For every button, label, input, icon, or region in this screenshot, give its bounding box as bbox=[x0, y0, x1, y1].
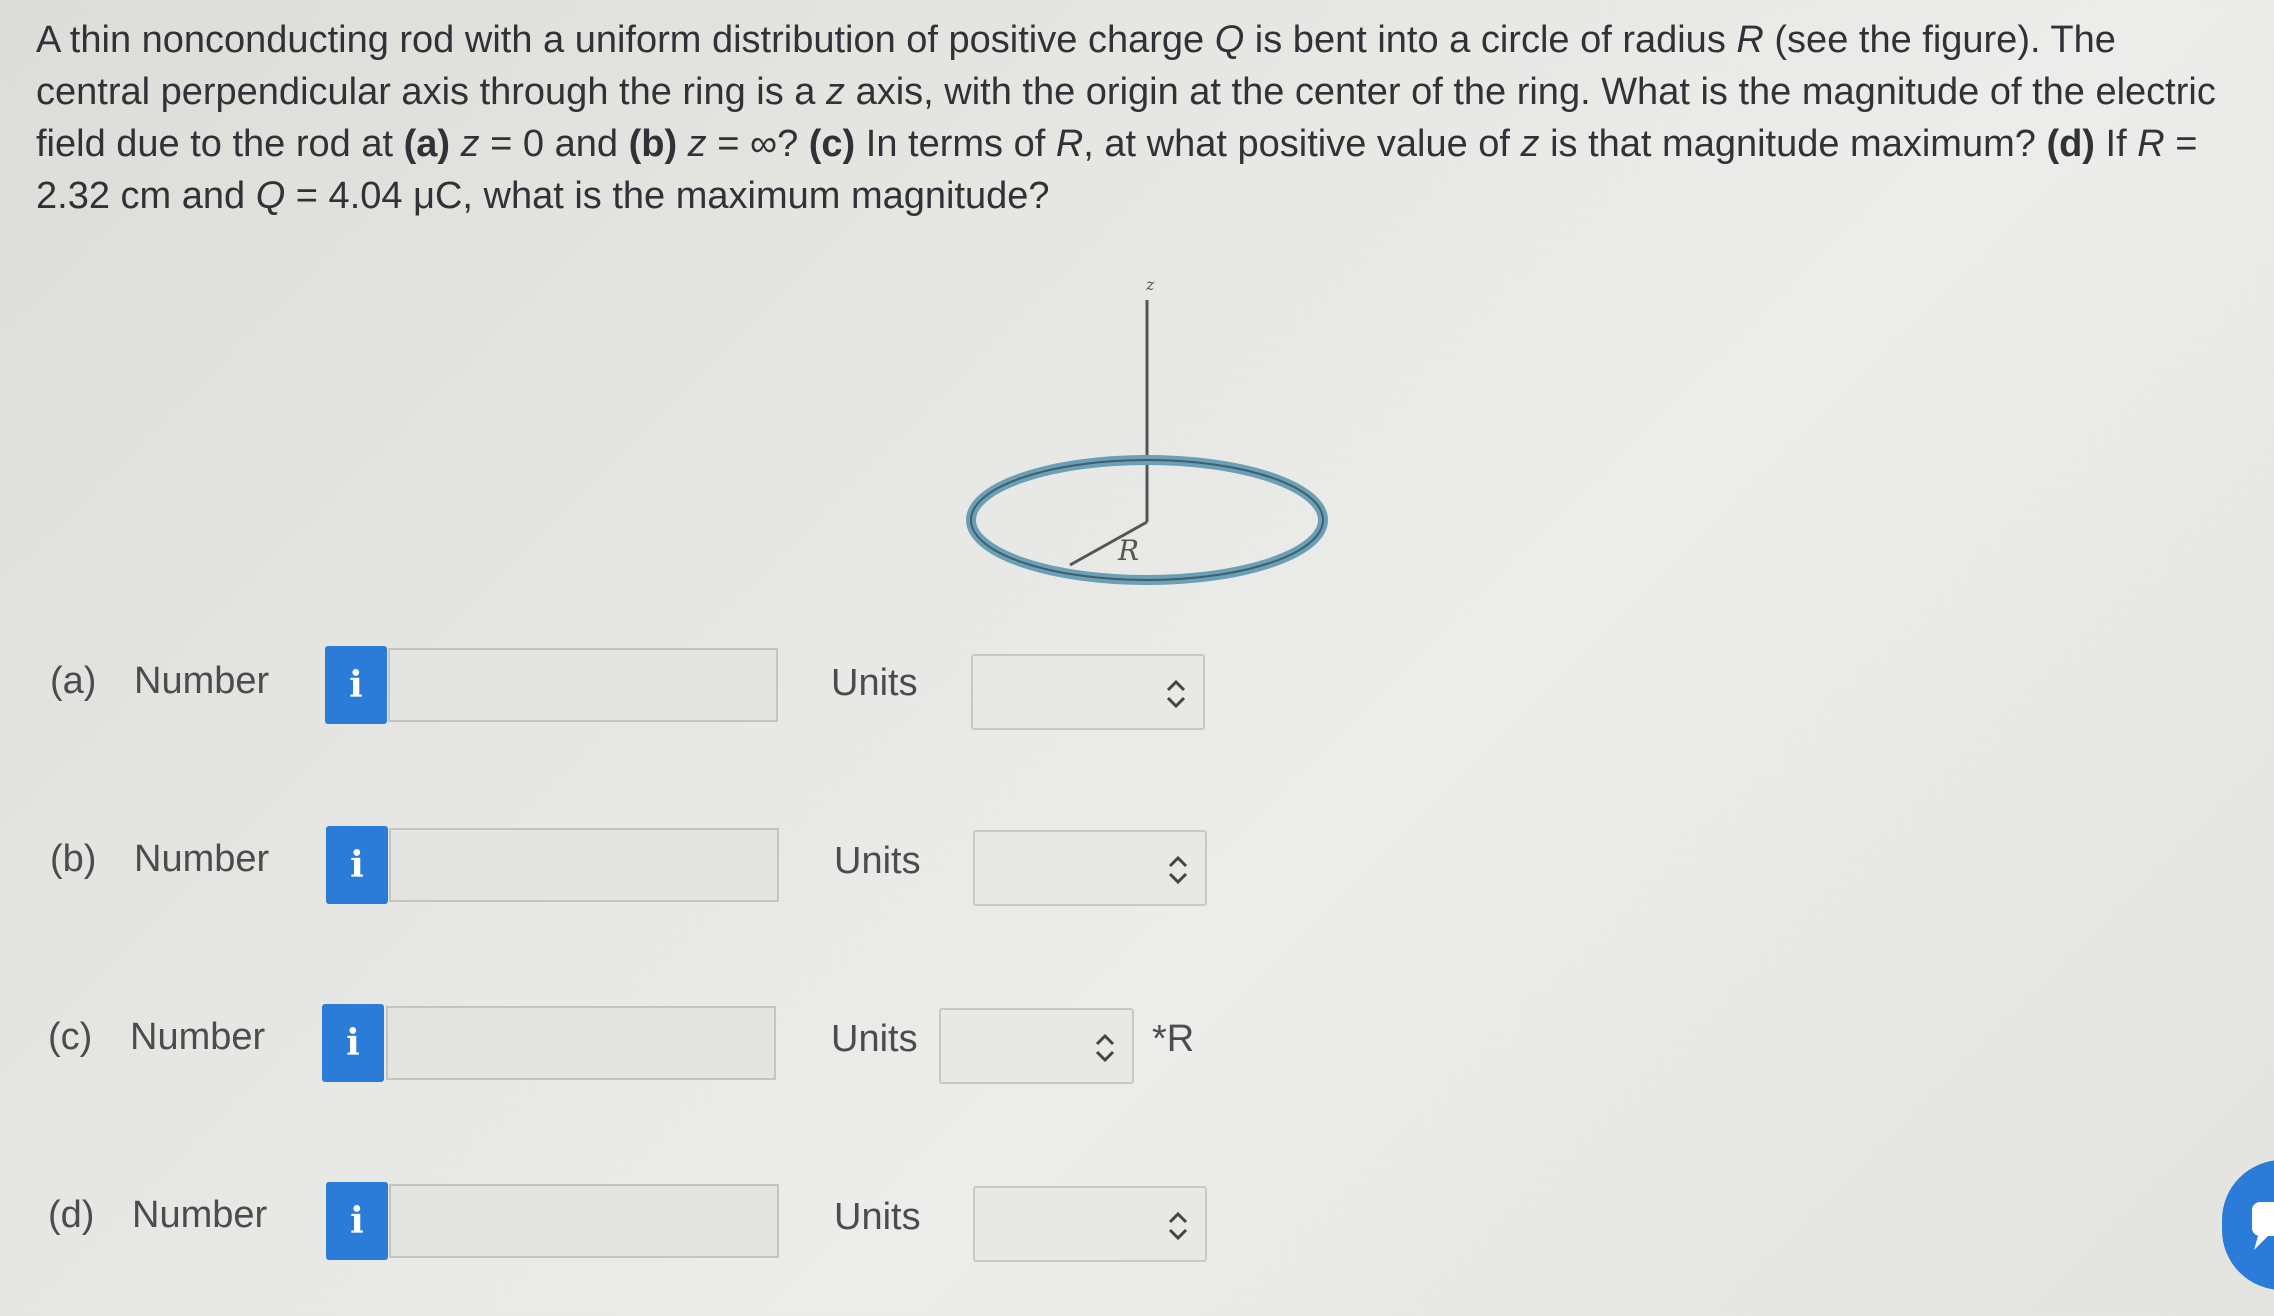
info-button[interactable]: i bbox=[326, 1182, 388, 1260]
chevron-updown-icon bbox=[1168, 1211, 1188, 1241]
problem-text: In terms of bbox=[855, 123, 1056, 165]
problem-text: is that magnitude maximum? bbox=[1539, 123, 2047, 165]
number-input-d[interactable] bbox=[389, 1184, 779, 1258]
chat-icon bbox=[2252, 1202, 2274, 1250]
info-icon: i bbox=[349, 664, 363, 706]
info-icon: i bbox=[346, 1022, 360, 1064]
number-label: Number bbox=[134, 838, 270, 880]
var-r: R bbox=[1736, 19, 1764, 61]
part-d-ref: (d) bbox=[2046, 123, 2095, 165]
radius-label: R bbox=[1117, 534, 1139, 567]
var-r: R bbox=[1055, 123, 1084, 165]
problem-text: = ∞? bbox=[706, 123, 809, 165]
part-b-ref: (b) bbox=[628, 123, 678, 165]
problem-text: is bent into a circle of radius bbox=[1244, 19, 1737, 61]
var-z: z bbox=[1520, 123, 1540, 165]
chevron-updown-icon bbox=[1168, 855, 1188, 885]
suffix-label: *R bbox=[1152, 1018, 1195, 1060]
problem-statement: A thin nonconducting rod with a uniform … bbox=[36, 14, 2236, 222]
info-button[interactable]: i bbox=[325, 646, 387, 724]
units-select-b[interactable] bbox=[973, 830, 1207, 906]
var-q: Q bbox=[1214, 19, 1245, 61]
chevron-updown-icon bbox=[1166, 679, 1186, 709]
number-input-b[interactable] bbox=[389, 828, 779, 902]
info-icon: i bbox=[350, 1200, 364, 1242]
chat-button[interactable] bbox=[2222, 1160, 2274, 1290]
problem-text: = 0 and bbox=[479, 123, 629, 165]
ring-figure: z R bbox=[940, 260, 1360, 600]
part-label: (c) bbox=[48, 1016, 93, 1058]
ring-diagram: z R bbox=[966, 275, 1328, 585]
z-axis-label: z bbox=[1145, 275, 1155, 294]
var-z: z bbox=[450, 123, 480, 165]
number-label: Number bbox=[134, 660, 270, 702]
var-r: R bbox=[2137, 123, 2165, 165]
problem-text: , at what positive value of bbox=[1083, 123, 1521, 165]
var-z: z bbox=[677, 123, 707, 165]
units-label: Units bbox=[834, 840, 921, 882]
problem-text: If bbox=[2094, 123, 2138, 165]
number-input-a[interactable] bbox=[388, 648, 778, 722]
part-c-ref: (c) bbox=[808, 123, 856, 165]
part-label: (a) bbox=[50, 660, 97, 702]
number-label: Number bbox=[132, 1194, 268, 1236]
part-label: (b) bbox=[50, 838, 97, 880]
chevron-updown-icon bbox=[1095, 1033, 1115, 1063]
info-icon: i bbox=[350, 844, 364, 886]
problem-text: A thin nonconducting rod with a uniform … bbox=[36, 19, 1215, 61]
var-z: z bbox=[826, 71, 846, 113]
units-select-a[interactable] bbox=[971, 654, 1205, 730]
units-label: Units bbox=[834, 1196, 921, 1238]
info-button[interactable]: i bbox=[326, 826, 388, 904]
number-input-c[interactable] bbox=[386, 1006, 776, 1080]
units-label: Units bbox=[831, 662, 918, 704]
var-q: Q bbox=[255, 175, 286, 217]
units-label: Units bbox=[831, 1018, 918, 1060]
number-label: Number bbox=[130, 1016, 266, 1058]
units-select-d[interactable] bbox=[973, 1186, 1207, 1262]
part-a-ref: (a) bbox=[403, 123, 451, 165]
part-label: (d) bbox=[48, 1194, 95, 1236]
info-button[interactable]: i bbox=[322, 1004, 384, 1082]
units-select-c[interactable] bbox=[939, 1008, 1134, 1084]
problem-text: = 4.04 μC, what is the maximum magnitude… bbox=[285, 175, 1050, 217]
